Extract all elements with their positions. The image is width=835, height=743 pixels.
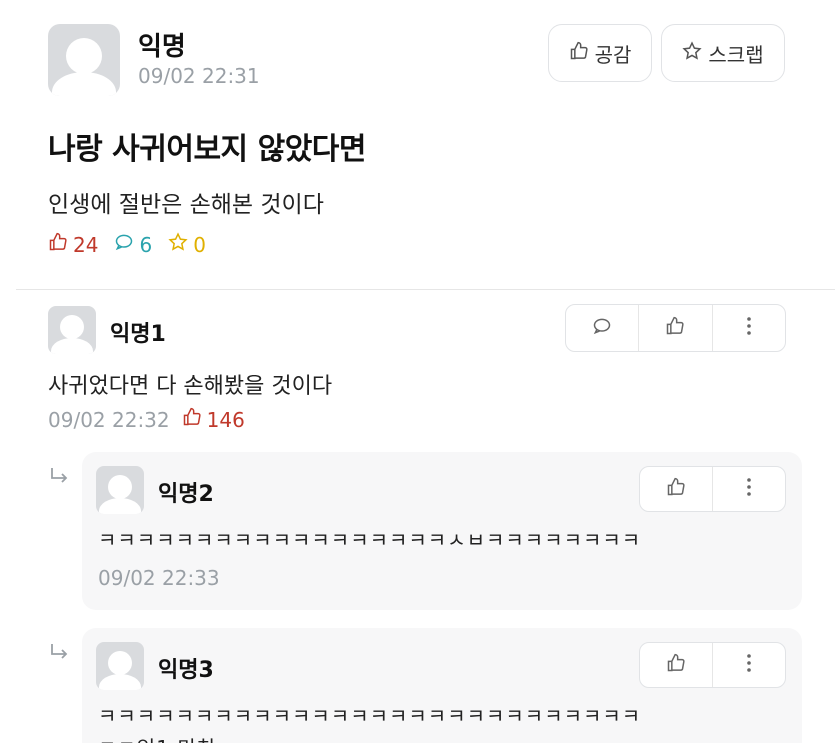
reply-author-name: 익명3 — [158, 658, 214, 683]
comment-more-button[interactable] — [711, 305, 785, 351]
post-author-avatar — [48, 24, 120, 96]
post-author-name: 익명 — [138, 32, 186, 62]
post-timestamp: 09/02 22:31 — [138, 64, 260, 88]
thumbs-up-icon — [569, 41, 589, 66]
speech-bubble-icon — [592, 316, 612, 340]
comment-like-stat: 146 — [182, 407, 245, 432]
reply-item: 익명3 ㅋㅋㅋㅋㅋㅋㅋㅋㅋㅋㅋㅋㅋㅋㅋㅋㅋㅋㅋㅋㅋㅋㅋㅋㅋㅋㅋㅋ ㅋㅋ익1 미친 — [82, 628, 802, 743]
reply-like-button[interactable] — [640, 643, 712, 687]
scrap-count-stat: 0 — [168, 232, 206, 257]
thumbs-up-icon — [666, 477, 686, 501]
more-vertical-icon — [746, 653, 752, 677]
post-stats: 24 6 0 — [48, 232, 222, 257]
reply-text-continued: ㅋㅋ익1 미친 — [98, 732, 216, 743]
like-button-label: 공감 — [594, 42, 632, 67]
reply-actions — [639, 642, 786, 688]
comment-text: 사귀었다면 다 손해봤을 것이다 — [48, 374, 333, 399]
more-vertical-icon — [746, 316, 752, 340]
scrap-count: 0 — [193, 232, 206, 257]
scrap-button-label: 스크랩 — [708, 42, 764, 67]
thumbs-up-icon — [665, 316, 685, 340]
more-vertical-icon — [746, 477, 752, 501]
reply-actions — [639, 466, 786, 512]
thumbs-up-icon — [48, 232, 68, 257]
comment-like-button[interactable] — [638, 305, 711, 351]
comment-like-count: 146 — [206, 407, 245, 432]
like-count-stat: 24 — [48, 232, 98, 257]
reply-arrow-icon — [48, 642, 70, 670]
post-divider — [16, 289, 835, 290]
post-title: 나랑 사귀어보지 않았다면 — [48, 132, 367, 167]
comment-author-name: 익명1 — [110, 322, 166, 347]
reply-arrow-icon — [48, 466, 70, 494]
reply-like-button[interactable] — [640, 467, 712, 511]
reply-text: ㅋㅋㅋㅋㅋㅋㅋㅋㅋㅋㅋㅋㅋㅋㅋㅋㅋㅋㅋㅋㅋㅋㅋㅋㅋㅋㅋㅋ — [98, 704, 642, 728]
comment-actions — [565, 304, 786, 352]
scrap-button[interactable]: 스크랩 — [661, 24, 785, 82]
reply-button[interactable] — [566, 305, 638, 351]
like-button[interactable]: 공감 — [548, 24, 652, 82]
comment-meta: 09/02 22:32 146 — [48, 407, 245, 432]
reply-item: 익명2 ㅋㅋㅋㅋㅋㅋㅋㅋㅋㅋㅋㅋㅋㅋㅋㅋㅋㅋㅅㅂㅋㅋㅋㅋㅋㅋㅋㅋ 09/02 2… — [82, 452, 802, 610]
like-count: 24 — [73, 232, 99, 257]
reply-author-avatar — [96, 466, 144, 514]
star-icon — [682, 40, 702, 66]
thumbs-up-icon — [182, 407, 202, 432]
comment-count-stat: 6 — [114, 232, 152, 257]
speech-bubble-icon — [114, 232, 134, 257]
reply-author-name: 익명2 — [158, 482, 214, 507]
star-icon — [168, 232, 188, 257]
post-body: 인생에 절반은 손해본 것이다 — [48, 192, 324, 218]
thumbs-up-icon — [666, 653, 686, 677]
comment-timestamp: 09/02 22:32 — [48, 407, 170, 432]
reply-more-button[interactable] — [712, 467, 785, 511]
comment-author-avatar — [48, 306, 96, 354]
reply-author-avatar — [96, 642, 144, 690]
reply-more-button[interactable] — [712, 643, 785, 687]
reply-text: ㅋㅋㅋㅋㅋㅋㅋㅋㅋㅋㅋㅋㅋㅋㅋㅋㅋㅋㅅㅂㅋㅋㅋㅋㅋㅋㅋㅋ — [98, 528, 642, 552]
comment-count: 6 — [139, 232, 153, 257]
reply-timestamp: 09/02 22:33 — [98, 566, 220, 590]
